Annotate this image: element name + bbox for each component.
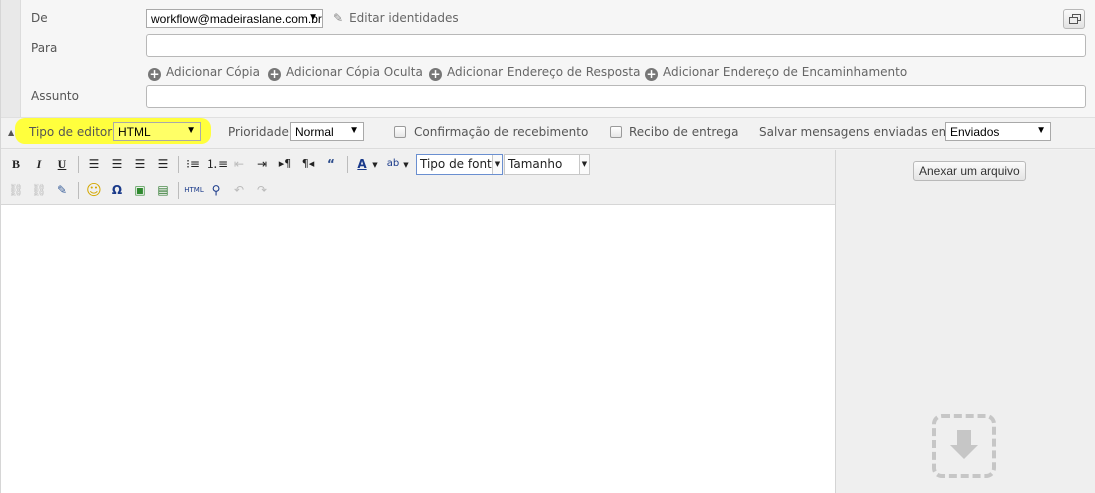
align-justify-icon[interactable]: ☰ <box>153 154 173 174</box>
emoticon-icon[interactable]: ☺ <box>84 180 104 200</box>
pencil-icon: ✎ <box>333 11 344 25</box>
delivery-receipt-label: Recibo de entrega <box>629 125 739 139</box>
toolbar-separator <box>178 156 179 173</box>
font-size-value: Tamanho <box>508 157 563 171</box>
background-color-icon[interactable]: ab <box>383 154 403 174</box>
plus-circle-icon: + <box>429 67 442 81</box>
chevron-down-icon: ▼ <box>1036 125 1046 136</box>
message-editor[interactable]: B I U ☰ ☰ ☰ ☰ ⁝≡ ⒈≡ ⇤ ⇥ ▸¶ ¶◂ “ A ▼ ab ▼… <box>1 150 836 493</box>
compose-window: De workflow@madeiraslane.com.br ▼ ✎ Edita… <box>0 0 1095 493</box>
chevron-down-icon: ▼ <box>579 155 589 174</box>
delivery-receipt-checkbox[interactable] <box>610 126 622 138</box>
ltr-direction-icon[interactable]: ▸¶ <box>275 154 295 174</box>
italic-button[interactable]: I <box>29 154 49 174</box>
edit-identities-label: Editar identidades <box>349 11 459 25</box>
toolbar-separator <box>78 182 79 199</box>
add-cc-link[interactable]: + Adicionar Cópia <box>148 65 260 81</box>
rtl-direction-icon[interactable]: ¶◂ <box>298 154 318 174</box>
text-color-icon[interactable]: A <box>352 154 372 174</box>
link-icon[interactable]: ⛓ <box>6 180 26 200</box>
blockquote-icon[interactable]: “ <box>321 154 341 174</box>
to-label: Para <box>31 41 58 55</box>
collapse-headers-icon[interactable]: ▲ <box>8 128 14 137</box>
add-reply-to-link[interactable]: + Adicionar Endereço de Resposta <box>429 65 640 81</box>
add-followup-to-label: Adicionar Endereço de Encaminhamento <box>663 65 908 79</box>
redo-icon[interactable]: ↷ <box>252 180 272 200</box>
align-center-icon[interactable]: ☰ <box>107 154 127 174</box>
underline-button[interactable]: U <box>52 154 72 174</box>
window-restore-icon-front <box>1069 17 1078 24</box>
to-input[interactable] <box>146 34 1086 57</box>
toolbar-separator <box>78 156 79 173</box>
media-icon[interactable]: ▤ <box>153 180 173 200</box>
maximize-button[interactable] <box>1063 9 1085 29</box>
toolbar-separator <box>347 156 348 173</box>
add-reply-to-label: Adicionar Endereço de Resposta <box>447 65 641 79</box>
indent-icon[interactable]: ⇥ <box>252 154 272 174</box>
from-account-value: workflow@madeiraslane.com.br <box>151 12 322 26</box>
bullet-list-icon[interactable]: ⁝≡ <box>183 154 203 174</box>
image-icon[interactable]: ▣ <box>130 180 150 200</box>
attach-file-button[interactable]: Anexar um arquivo <box>913 161 1026 181</box>
save-sent-value: Enviados <box>950 125 1000 139</box>
chevron-down-icon[interactable]: ▼ <box>401 155 411 175</box>
download-arrow-icon <box>957 430 971 446</box>
read-receipt-label: Confirmação de recebimento <box>414 125 589 139</box>
edit-anchor-icon[interactable]: ✎ <box>52 180 72 200</box>
find-replace-icon[interactable]: ⚲ <box>206 180 226 200</box>
numbered-list-icon[interactable]: ⒈≡ <box>206 154 228 174</box>
editor-type-label: Tipo de editor <box>29 125 113 139</box>
priority-label: Prioridade <box>228 125 289 139</box>
subject-input[interactable] <box>146 85 1086 108</box>
font-size-combo[interactable]: Tamanho ▼ <box>504 154 590 175</box>
header-left-gutter <box>1 0 21 117</box>
chevron-down-icon[interactable]: ▼ <box>370 155 380 175</box>
chevron-down-icon: ▼ <box>308 12 318 23</box>
from-account-select[interactable]: workflow@madeiraslane.com.br ▼ <box>146 9 323 28</box>
special-char-icon[interactable]: Ω <box>107 180 127 200</box>
align-left-icon[interactable]: ☰ <box>84 154 104 174</box>
priority-value: Normal <box>295 125 334 139</box>
compose-options-bar: ▲ Tipo de editor HTML ▼ Prioridade Norma… <box>1 117 1095 149</box>
chevron-down-icon: ▼ <box>186 125 196 136</box>
font-family-value: Tipo de fonte <box>420 157 500 171</box>
add-bcc-link[interactable]: + Adicionar Cópia Oculta <box>268 65 423 81</box>
download-arrow-icon-head <box>950 445 978 459</box>
html-source-button[interactable]: HTML <box>183 180 205 200</box>
priority-select[interactable]: Normal ▼ <box>290 122 364 141</box>
editor-type-select[interactable]: HTML ▼ <box>113 122 201 141</box>
editor-type-value: HTML <box>118 125 151 139</box>
align-right-icon[interactable]: ☰ <box>130 154 150 174</box>
subject-label: Assunto <box>31 89 79 103</box>
add-bcc-label: Adicionar Cópia Oculta <box>286 65 423 79</box>
plus-circle-icon: + <box>148 67 161 81</box>
bold-button[interactable]: B <box>6 154 26 174</box>
add-cc-label: Adicionar Cópia <box>166 65 260 79</box>
font-family-combo[interactable]: Tipo de fonte ▼ <box>416 154 503 175</box>
edit-identities-link[interactable]: ✎ Editar identidades <box>333 11 459 25</box>
plus-circle-icon: + <box>645 67 658 81</box>
chevron-down-icon: ▼ <box>492 155 502 174</box>
unlink-icon[interactable]: ⛓ <box>29 180 49 200</box>
chevron-down-icon: ▼ <box>349 125 359 136</box>
outdent-icon[interactable]: ⇤ <box>229 154 249 174</box>
compose-header: De workflow@madeiraslane.com.br ▼ ✎ Edita… <box>21 0 1095 117</box>
add-followup-to-link[interactable]: + Adicionar Endereço de Encaminhamento <box>645 65 907 81</box>
save-sent-label: Salvar mensagens enviadas em <box>759 125 951 139</box>
save-sent-select[interactable]: Enviados ▼ <box>945 122 1051 141</box>
read-receipt-checkbox[interactable] <box>394 126 406 138</box>
attachments-panel: Anexar um arquivo <box>836 150 1095 493</box>
editor-toolbar: B I U ☰ ☰ ☰ ☰ ⁝≡ ⒈≡ ⇤ ⇥ ▸¶ ¶◂ “ A ▼ ab ▼… <box>1 150 835 205</box>
undo-icon[interactable]: ↶ <box>229 180 249 200</box>
plus-circle-icon: + <box>268 67 281 81</box>
file-drop-zone[interactable] <box>932 414 996 478</box>
from-label: De <box>31 11 48 25</box>
toolbar-separator <box>178 182 179 199</box>
